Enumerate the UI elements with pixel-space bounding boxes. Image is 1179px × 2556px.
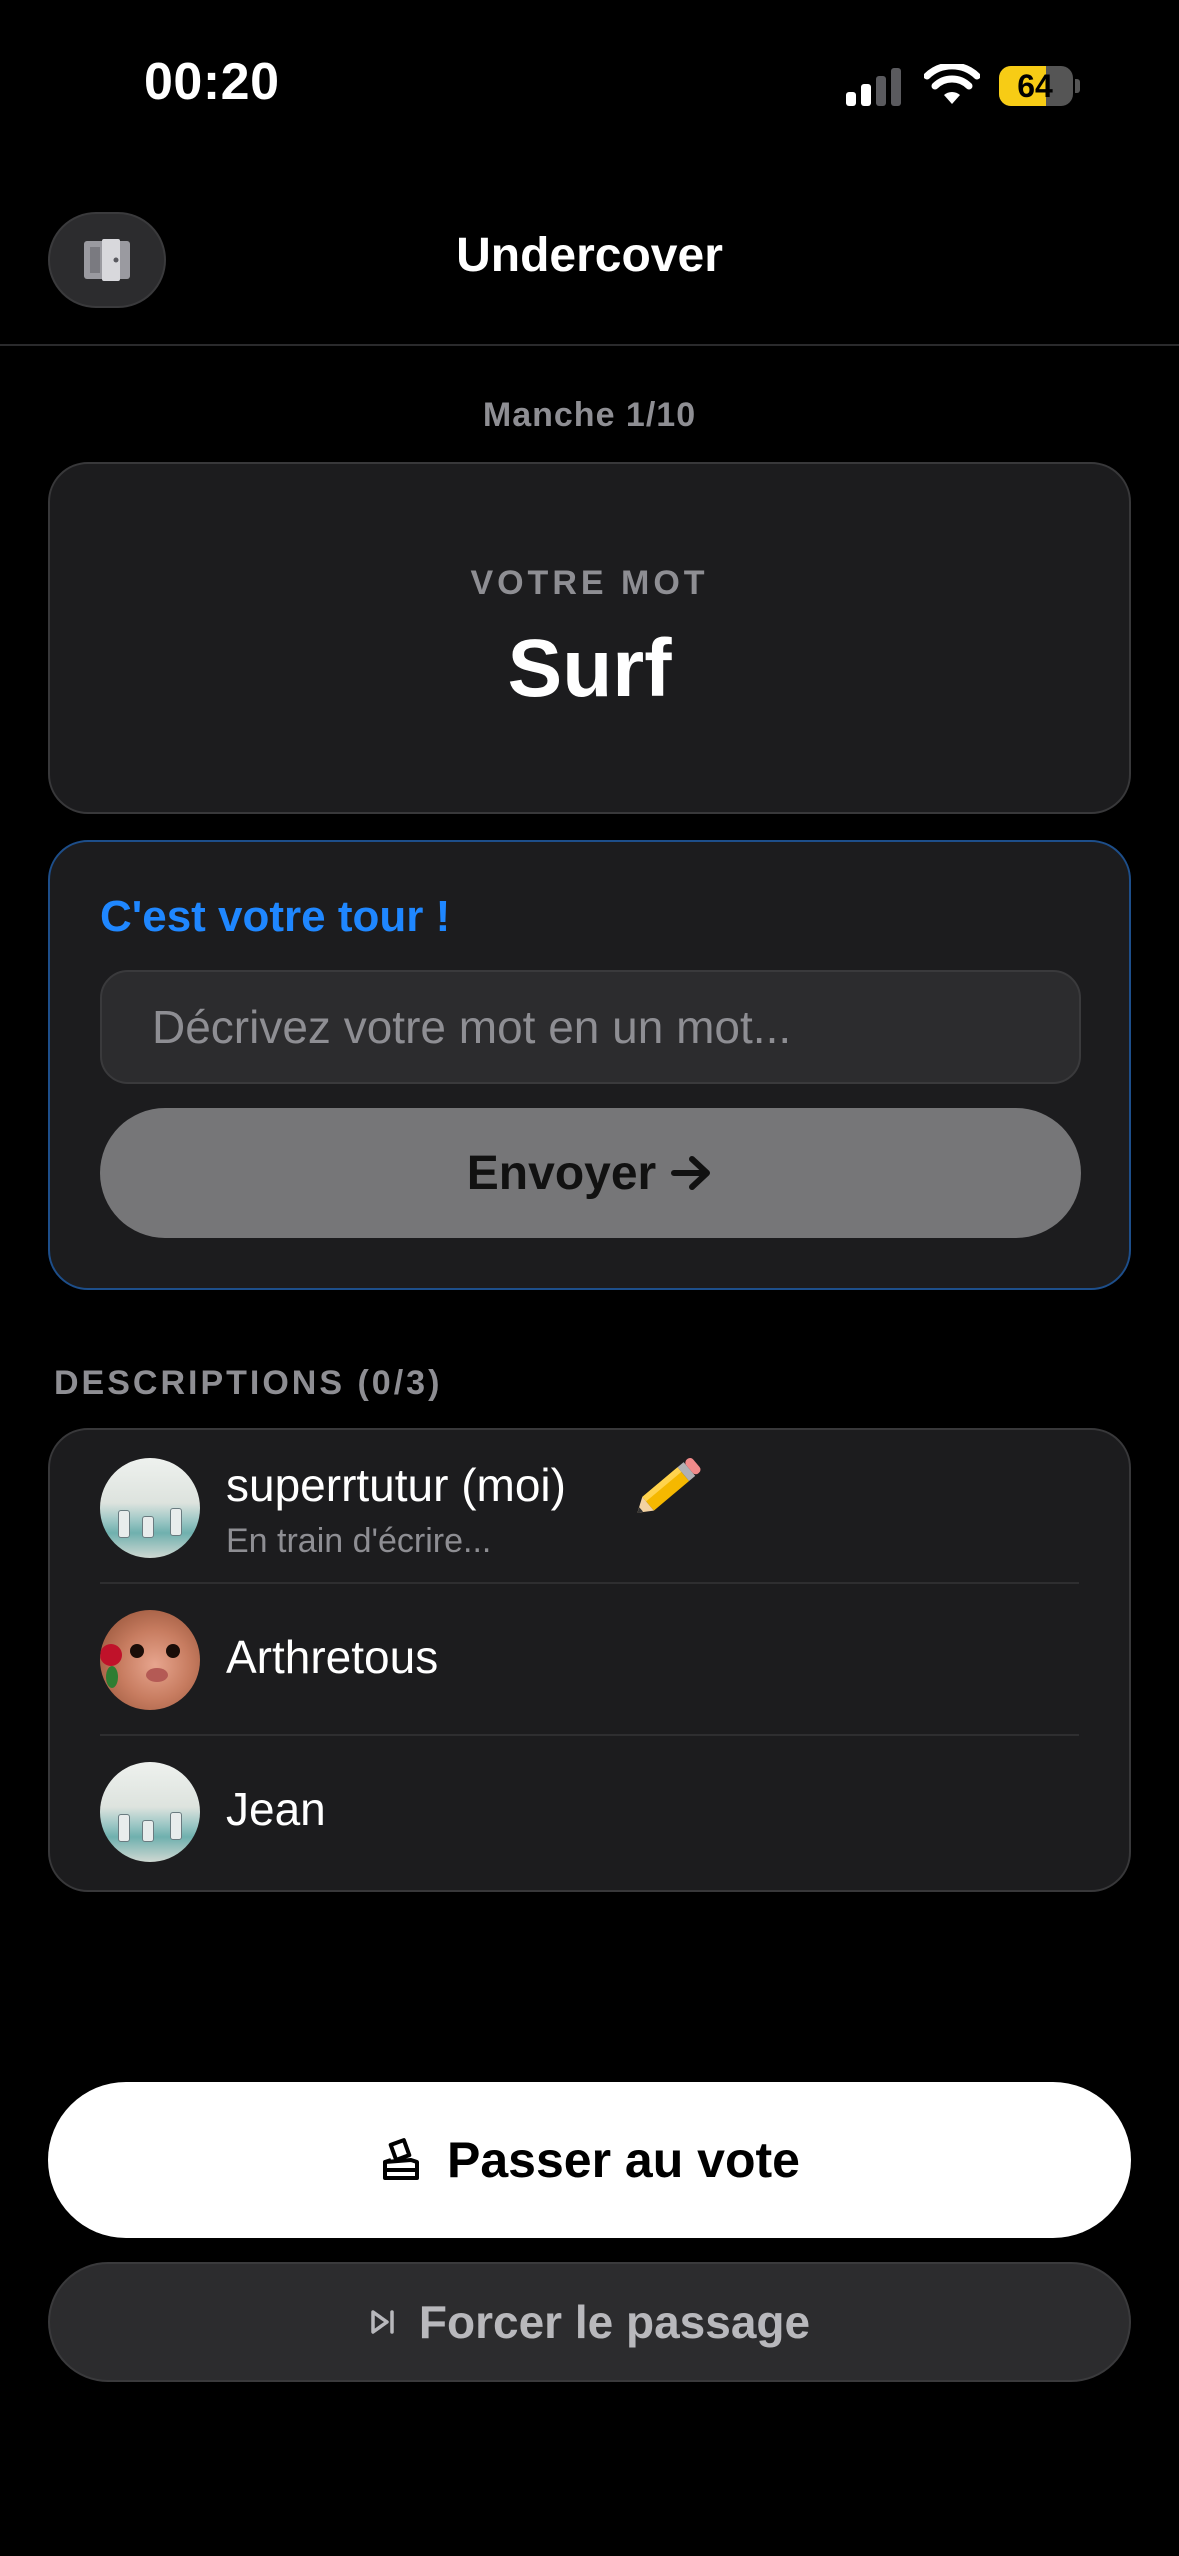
round-label: Manche 1/10 xyxy=(482,396,697,434)
vote-button[interactable]: Passer au vote xyxy=(48,2082,1131,2238)
player-row: Arthretous xyxy=(50,1582,1129,1734)
arrow-right-icon xyxy=(671,1156,711,1190)
vote-button-label: Passer au vote xyxy=(447,2132,800,2188)
signal-bar xyxy=(846,92,856,106)
signal-bar xyxy=(891,68,901,106)
word-card-label: VOTRE MOT xyxy=(470,564,709,602)
ballot-box-icon xyxy=(383,2138,419,2180)
word-card: VOTRE MOT Surf xyxy=(48,462,1131,814)
pencil-icon xyxy=(637,1457,701,1513)
send-button-label: Envoyer xyxy=(466,1146,657,1200)
description-input[interactable] xyxy=(100,970,1081,1084)
force-pass-button[interactable]: Forcer le passage xyxy=(48,2262,1131,2382)
skip-forward-icon xyxy=(371,2310,394,2334)
player-name: superrtutur (moi) xyxy=(226,1459,566,1511)
status-time: 00:20 xyxy=(144,53,280,111)
wifi-icon xyxy=(924,64,980,104)
page-title: Undercover xyxy=(456,229,723,282)
player-name: Arthretous xyxy=(226,1631,439,1683)
player-status: En train d'écrire... xyxy=(226,1522,492,1560)
signal-icon xyxy=(846,68,906,106)
avatar xyxy=(100,1610,200,1710)
player-row: superrtutur (moi) En train d'écrire... xyxy=(50,1430,1129,1582)
send-button[interactable]: Envoyer xyxy=(100,1108,1081,1238)
players-list: superrtutur (moi) En train d'écrire... A… xyxy=(48,1428,1131,1892)
secret-word: Surf xyxy=(507,623,672,714)
battery-level: 64 xyxy=(1017,68,1053,104)
descriptions-header: DESCRIPTIONS (0/3) xyxy=(54,1364,443,1402)
avatar xyxy=(100,1762,200,1862)
battery-icon: 64 xyxy=(999,66,1080,106)
force-pass-label: Forcer le passage xyxy=(418,2296,811,2348)
player-name: Jean xyxy=(226,1783,326,1835)
header-divider xyxy=(0,344,1179,346)
signal-bar xyxy=(876,76,886,106)
avatar xyxy=(100,1458,200,1558)
player-row: Jean xyxy=(50,1734,1129,1886)
turn-card: C'est votre tour ! Envoyer xyxy=(48,840,1131,1290)
turn-title: C'est votre tour ! xyxy=(100,892,451,941)
signal-bar xyxy=(861,84,871,106)
